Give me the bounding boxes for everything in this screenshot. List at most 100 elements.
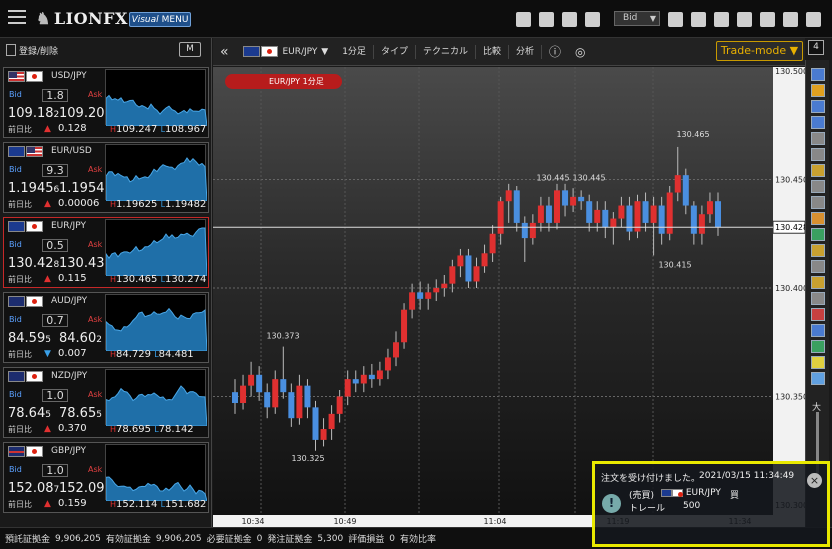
save-icon[interactable] <box>585 11 600 27</box>
cross-icon[interactable] <box>668 11 683 27</box>
target-icon[interactable]: ◎ <box>568 45 592 59</box>
layer-tool-icon[interactable] <box>811 324 825 337</box>
ask-button[interactable]: 109.200 <box>59 106 110 121</box>
prev-day-label: 前日比 <box>8 350 32 359</box>
megaphone-icon[interactable] <box>737 11 752 27</box>
ask-label: Ask <box>88 315 103 324</box>
pair-card-audjpy[interactable]: AUD/JPY Bid Ask 0.7 84.595 84.602 前日比 ▼ … <box>3 292 209 363</box>
print-icon[interactable] <box>562 11 577 27</box>
up-arrow-icon: ▲ <box>44 424 51 434</box>
text-tool-icon[interactable] <box>811 260 825 273</box>
chart-plot[interactable]: 130.373 130.325 130.445 130.445 130.465 130.4… <box>213 67 773 515</box>
candle <box>232 392 238 404</box>
scale-tool-icon[interactable] <box>811 372 825 385</box>
high-low: H84.729 L84.481 <box>110 349 194 360</box>
pair-card-eurjpy[interactable]: EUR/JPY Bid Ask 0.5 130.428 130.433 前日比 … <box>3 217 209 288</box>
pair-card-nzdjpy[interactable]: NZD/JPY Bid Ask 1.0 78.645 78.655 前日比 ▲ … <box>3 367 209 438</box>
ask-label: Ask <box>88 165 103 174</box>
change-value: 0.007 <box>58 348 87 359</box>
grid-icon[interactable] <box>691 11 706 27</box>
list-icon[interactable] <box>760 11 775 27</box>
chart-symbol-chip: EUR/JPY 1分足 <box>225 74 342 89</box>
hand-tool-icon[interactable] <box>811 100 825 113</box>
spread-value: 0.5 <box>42 239 68 252</box>
bell-icon[interactable] <box>811 84 825 97</box>
vline-tool-icon[interactable] <box>811 196 825 209</box>
sparkline-chart <box>105 94 208 127</box>
jp-flag-icon <box>26 71 43 82</box>
m-button[interactable]: M <box>179 42 201 57</box>
bid-button[interactable]: 84.595 <box>8 331 51 346</box>
sparkline-area <box>105 157 208 202</box>
bid-button[interactable]: 152.087 <box>8 481 59 496</box>
time-tick: 10:49 <box>333 517 356 526</box>
gear-icon[interactable] <box>783 11 798 27</box>
hamburger-menu-icon[interactable] <box>8 10 26 24</box>
sparkline-chart <box>105 157 208 202</box>
erase-tool-icon[interactable] <box>811 308 825 321</box>
hline-tool-icon[interactable] <box>811 180 825 193</box>
bid-button[interactable]: 130.428 <box>8 256 59 271</box>
cross-tool-icon[interactable] <box>811 116 825 129</box>
au-flag-icon <box>8 296 25 307</box>
effective-ratio-label: 有効比率 <box>399 535 436 545</box>
price-tick: 130.500 <box>775 67 805 76</box>
highlight-tool-icon[interactable] <box>811 356 825 369</box>
bid-button[interactable]: 78.645 <box>8 406 51 421</box>
help-icon[interactable] <box>806 11 821 27</box>
sparkline-area <box>105 385 208 427</box>
pair-card-gbpjpy[interactable]: GBP/JPY Bid Ask 1.0 152.087 152.097 前日比 … <box>3 442 209 513</box>
jp-flag-icon <box>672 488 683 497</box>
candle <box>280 379 287 393</box>
info-icon[interactable]: ⓘ <box>542 45 568 59</box>
technical-button[interactable]: テクニカル <box>416 44 476 59</box>
gb-flag-icon <box>8 446 25 457</box>
ask-button[interactable]: 130.433 <box>59 256 110 271</box>
high-low: H130.465 L130.274 <box>110 274 207 285</box>
cursor-tool-icon[interactable] <box>811 68 825 81</box>
fib-tool-icon[interactable] <box>811 228 825 241</box>
ask-button[interactable]: 152.097 <box>59 481 110 496</box>
wave-tool-icon[interactable] <box>811 244 825 257</box>
trade-mode-select[interactable]: Trade-mode ▼ <box>716 41 803 61</box>
collapse-icon[interactable]: « <box>213 45 236 59</box>
candle <box>360 374 367 384</box>
visual-menu-button[interactable]: Visual MENU <box>129 12 191 27</box>
bid-button[interactable]: 109.182 <box>8 106 59 121</box>
order-margin-label: 発注証拠金 <box>267 535 313 545</box>
sparkline <box>105 219 208 277</box>
bid-label: Bid <box>9 165 22 174</box>
change-value: 0.00006 <box>58 198 100 209</box>
ask-button[interactable]: 84.602 <box>59 331 102 346</box>
export-icon[interactable] <box>516 11 531 27</box>
close-icon[interactable]: × <box>807 473 822 488</box>
ask-button[interactable]: 1.19549 <box>59 181 110 196</box>
chart-pair-select[interactable]: EUR/JPY ▼ <box>236 45 336 59</box>
import-icon[interactable] <box>539 11 554 27</box>
line-tool-icon[interactable] <box>811 132 825 145</box>
candle <box>594 209 601 223</box>
analysis-button[interactable]: 分析 <box>509 44 542 59</box>
ask-button[interactable]: 78.655 <box>59 406 102 421</box>
order-notification[interactable]: 注文を受け付けました。 2021/03/15 11:34:49 ! (売買) E… <box>592 461 830 547</box>
ray-tool-icon[interactable] <box>811 164 825 177</box>
pie-icon[interactable] <box>714 11 729 27</box>
trend-tool-icon[interactable] <box>811 148 825 161</box>
bid-button[interactable]: 1.19456 <box>8 181 59 196</box>
candle <box>610 218 617 228</box>
menu-tool-icon[interactable] <box>811 276 825 289</box>
timeframe-button[interactable]: 1分足 <box>335 44 374 59</box>
channel-tool-icon[interactable] <box>811 212 825 225</box>
color-tool-icon[interactable] <box>811 340 825 353</box>
candle <box>304 385 311 408</box>
sparkline-area <box>105 94 208 127</box>
delete-tool-icon[interactable] <box>811 292 825 305</box>
pair-card-usdjpy[interactable]: USD/JPY Bid Ask 1.8 109.182 109.200 前日比 … <box>3 67 209 138</box>
pair-info: EUR/USD Bid Ask 9.3 1.19456 1.19549 前日比 … <box>4 143 110 212</box>
candle <box>578 196 585 202</box>
bid-select[interactable]: Bid <box>614 11 660 26</box>
type-button[interactable]: タイプ <box>374 44 416 59</box>
candle <box>312 407 319 440</box>
pair-card-eurusd[interactable]: EUR/USD Bid Ask 9.3 1.19456 1.19549 前日比 … <box>3 142 209 213</box>
compare-button[interactable]: 比較 <box>476 44 509 59</box>
